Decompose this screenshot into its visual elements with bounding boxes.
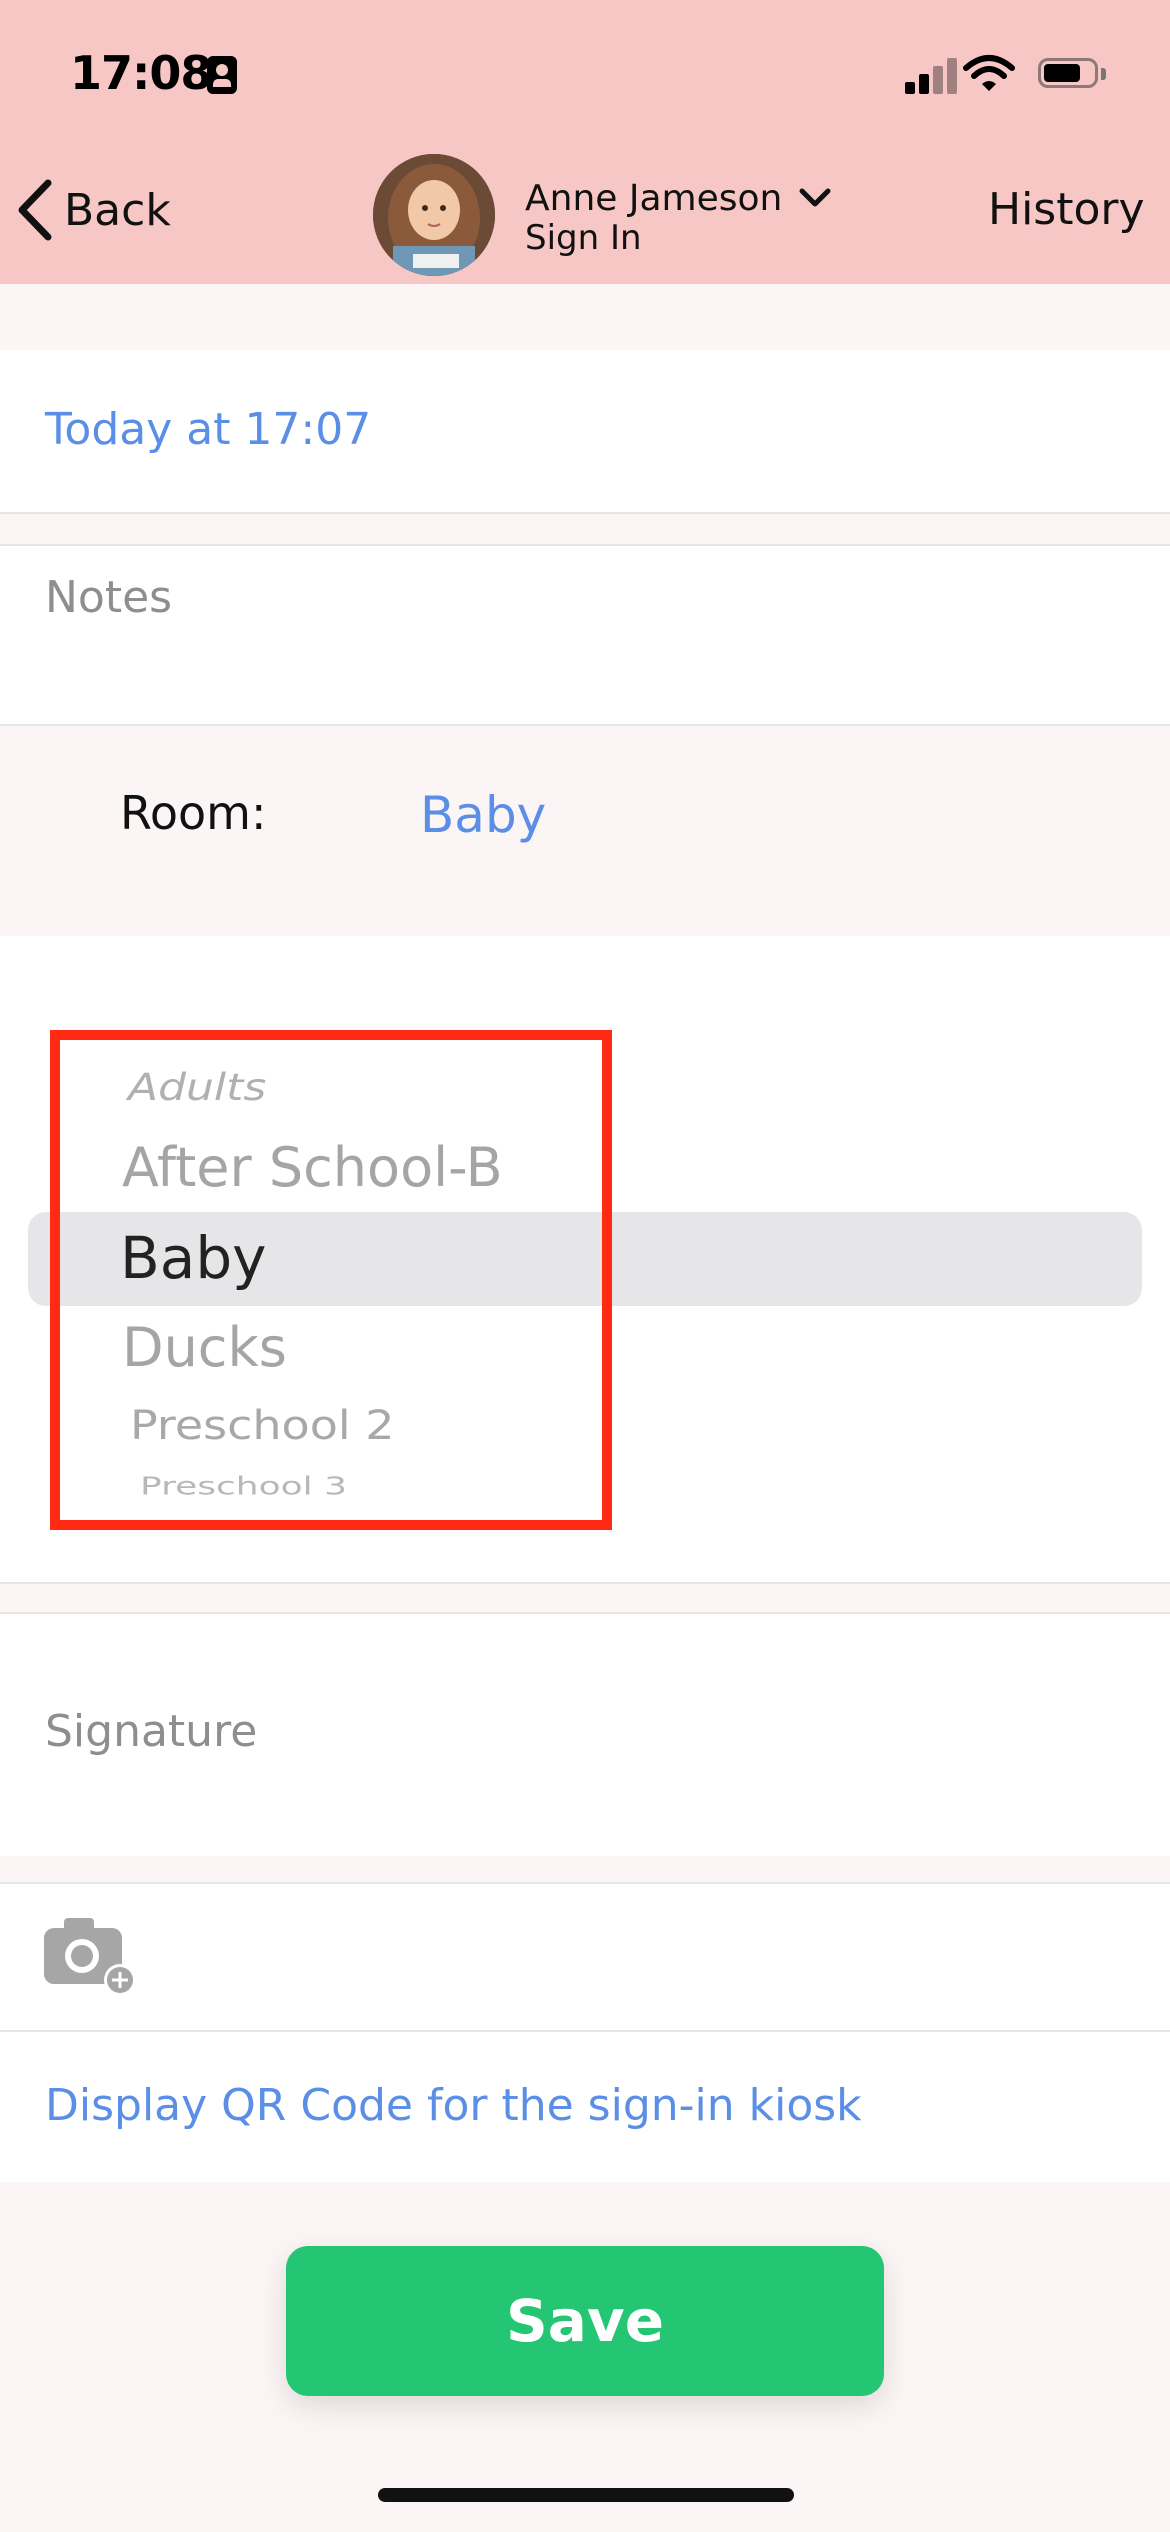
date-time-value[interactable]: Today at 17:07 bbox=[45, 404, 371, 455]
child-name[interactable]: Anne Jameson bbox=[525, 178, 782, 219]
divider bbox=[0, 512, 1170, 514]
contact-badge-icon bbox=[207, 56, 237, 94]
battery-icon bbox=[1038, 56, 1108, 92]
back-button[interactable]: Back bbox=[14, 172, 171, 248]
notes-placeholder: Notes bbox=[45, 572, 173, 623]
photo-row bbox=[0, 1884, 1170, 2030]
add-photo-icon[interactable] bbox=[42, 1914, 138, 1998]
child-subtitle: Sign In bbox=[525, 218, 642, 258]
child-photo-icon bbox=[373, 154, 495, 276]
home-indicator[interactable] bbox=[378, 2488, 794, 2502]
chevron-down-icon[interactable] bbox=[798, 186, 832, 210]
room-value[interactable]: Baby bbox=[420, 786, 546, 844]
cellular-signal-icon bbox=[905, 56, 957, 94]
back-label: Back bbox=[64, 184, 171, 236]
divider bbox=[0, 724, 1170, 726]
room-label: Room: bbox=[120, 786, 267, 840]
chevron-left-icon bbox=[18, 179, 52, 241]
wifi-icon bbox=[963, 55, 1015, 91]
notes-field[interactable] bbox=[0, 546, 1170, 724]
divider bbox=[0, 1582, 1170, 1584]
highlight-annotation-box bbox=[50, 1030, 612, 1530]
save-label: Save bbox=[505, 2287, 665, 2355]
save-button[interactable]: Save bbox=[286, 2246, 884, 2396]
status-time: 17:08 bbox=[70, 46, 212, 100]
child-avatar[interactable] bbox=[373, 154, 495, 276]
history-button[interactable]: History bbox=[988, 184, 1145, 235]
signature-label: Signature bbox=[45, 1706, 258, 1757]
display-qr-code-link[interactable]: Display QR Code for the sign-in kiosk bbox=[45, 2080, 862, 2131]
